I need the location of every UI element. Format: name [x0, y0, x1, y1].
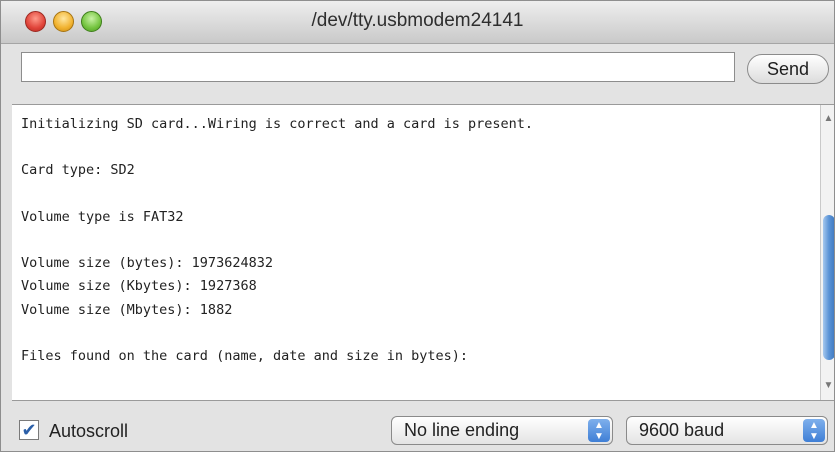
- output-line: Files found on the card (name, date and …: [21, 347, 469, 364]
- scroll-up-arrow-icon[interactable]: ▲: [821, 111, 834, 127]
- serial-monitor-window: /dev/tty.usbmodem24141 Send Initializing…: [0, 0, 835, 452]
- output-line: Volume size (Mbytes): 1882: [21, 301, 233, 318]
- output-line: Initializing SD card...Wiring is correct…: [21, 116, 534, 132]
- scroll-thumb[interactable]: [823, 215, 834, 360]
- up-down-arrows-icon: ▲ ▼: [803, 419, 825, 442]
- send-button[interactable]: Send: [747, 54, 829, 84]
- up-down-arrows-icon: ▲ ▼: [588, 419, 610, 442]
- baud-rate-value: 9600 baud: [639, 420, 725, 440]
- output-line: Volume size (Kbytes): 1927368: [21, 278, 257, 295]
- vertical-scrollbar[interactable]: ▲ ▼: [820, 105, 834, 400]
- output-line: Volume type is FAT32: [21, 208, 184, 225]
- line-ending-value: No line ending: [404, 420, 520, 440]
- autoscroll-label: Autoscroll: [49, 421, 129, 441]
- serial-output-text: Initializing SD card...Wiring is correct…: [21, 113, 811, 368]
- serial-output-area[interactable]: Initializing SD card...Wiring is correct…: [12, 104, 834, 401]
- output-line: Card type: SD2: [21, 162, 135, 179]
- scroll-down-arrow-icon[interactable]: ▼: [821, 378, 834, 394]
- serial-send-input[interactable]: [21, 52, 735, 82]
- window-title: /dev/tty.usbmodem24141: [311, 10, 524, 31]
- title-bar[interactable]: /dev/tty.usbmodem24141: [1, 1, 834, 44]
- output-line: Volume size (bytes): 1973624832: [21, 255, 273, 272]
- checkmark-icon: ✔: [21, 420, 37, 440]
- autoscroll-checkbox[interactable]: ✔: [19, 420, 39, 440]
- line-ending-select[interactable]: No line ending ▲ ▼: [391, 416, 613, 445]
- baud-rate-select[interactable]: 9600 baud ▲ ▼: [626, 416, 828, 445]
